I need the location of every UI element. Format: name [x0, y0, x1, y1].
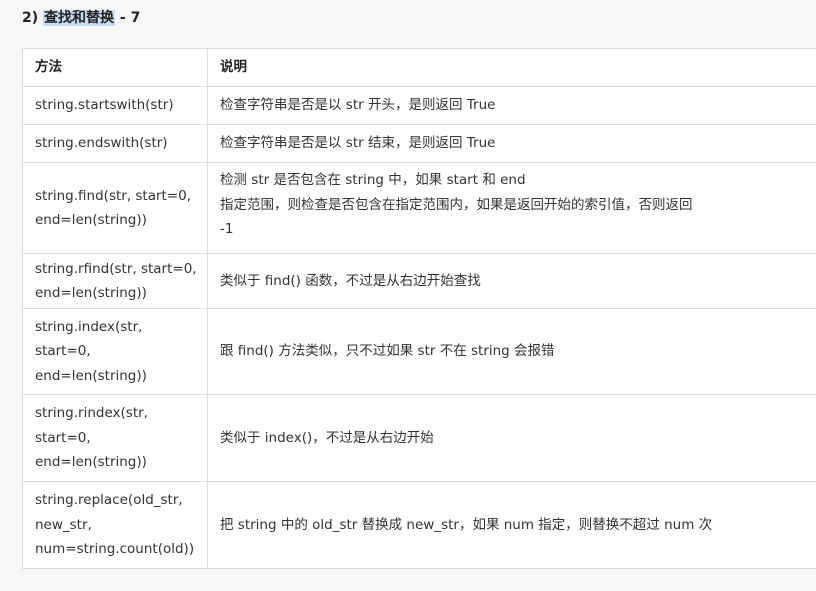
- description-text: -1: [220, 221, 234, 237]
- description-cell: 类似于 find() 函数，不过是从右边开始查找: [207, 253, 816, 309]
- method-text: string.replace(old_str,: [35, 492, 183, 509]
- column-header-method: 方法: [22, 48, 208, 87]
- description-cell: 把 string 中的 old_str 替换成 new_str，如果 num 指…: [207, 481, 816, 569]
- description-cell: 跟 find() 方法类似，只不过如果 str 不在 string 会报错: [207, 308, 816, 395]
- method-text: end=len(string)): [35, 454, 147, 471]
- heading-highlight: 查找和替换: [43, 10, 116, 26]
- table-row: string.rindex(str, start=0, end=len(stri…: [22, 394, 816, 482]
- method-cell: string.index(str, start=0, end=len(strin…: [22, 308, 208, 395]
- table-row: string.find(str, start=0, end=len(string…: [22, 162, 816, 254]
- method-text: string.rfind(str, start=0,: [35, 260, 197, 277]
- methods-table-container: 方法 说明 string.startswith(str) 检查字符串是否是以 s…: [22, 48, 816, 571]
- method-text: string.startswith(str): [35, 97, 174, 114]
- method-cell: string.find(str, start=0, end=len(string…: [22, 162, 208, 254]
- methods-table: 方法 说明 string.startswith(str) 检查字符串是否是以 s…: [22, 48, 816, 569]
- description-text: 检查字符串是否是以 str 开头，是则返回 True: [220, 97, 496, 114]
- method-cell: string.startswith(str): [22, 86, 208, 125]
- description-text: 把 string 中的 old_str 替换成 new_str，如果 num 指…: [220, 516, 713, 533]
- description-cell: 检查字符串是否是以 str 结束，是则返回 True: [207, 124, 816, 163]
- heading-suffix: - 7: [115, 10, 141, 26]
- column-header-description: 说明: [207, 48, 816, 87]
- table-header-row: 方法 说明: [22, 48, 816, 87]
- method-cell: string.replace(old_str, new_str, num=str…: [22, 481, 208, 569]
- table-row: string.endswith(str) 检查字符串是否是以 str 结束，是则…: [22, 124, 816, 163]
- method-cell: string.rfind(str, start=0, end=len(strin…: [22, 253, 208, 309]
- method-text: string.index(str,: [35, 318, 143, 335]
- method-text: num=string.count(old)): [35, 541, 195, 558]
- method-text: string.find(str, start=0,: [35, 187, 192, 204]
- method-text: string.endswith(str): [35, 135, 168, 152]
- table-row: string.index(str, start=0, end=len(strin…: [22, 308, 816, 395]
- table-row: string.startswith(str) 检查字符串是否是以 str 开头，…: [22, 86, 816, 125]
- section-heading: 2) 查找和替换 - 7: [22, 8, 140, 28]
- description-text: 检测 str 是否包含在 string 中，如果 start 和 end: [220, 172, 526, 188]
- method-cell: string.rindex(str, start=0, end=len(stri…: [22, 394, 208, 482]
- table-row: string.rfind(str, start=0, end=len(strin…: [22, 253, 816, 309]
- method-text: start=0,: [35, 343, 91, 360]
- table-row: string.replace(old_str, new_str, num=str…: [22, 481, 816, 569]
- description-cell: 类似于 index()，不过是从右边开始: [207, 394, 816, 482]
- method-cell: string.endswith(str): [22, 124, 208, 163]
- description-text: 检查字符串是否是以 str 结束，是则返回 True: [220, 135, 496, 152]
- description-text: 指定范围，则检查是否包含在指定范围内，如果是返回开始的索引值，否则返回: [220, 196, 693, 213]
- description-text: 跟 find() 方法类似，只不过如果 str 不在 string 会报错: [220, 343, 555, 360]
- description-cell: 检测 str 是否包含在 string 中，如果 start 和 end 指定范…: [207, 162, 816, 254]
- method-text: start=0,: [35, 429, 91, 446]
- description-text: 类似于 index()，不过是从右边开始: [220, 429, 434, 446]
- method-text: end=len(string)): [35, 212, 147, 228]
- description-cell: 检查字符串是否是以 str 开头，是则返回 True: [207, 86, 816, 125]
- description-text: 类似于 find() 函数，不过是从右边开始查找: [220, 272, 481, 289]
- method-text: string.rindex(str,: [35, 405, 148, 422]
- method-text: new_str,: [35, 516, 92, 533]
- method-text: end=len(string)): [35, 367, 147, 384]
- method-text: end=len(string)): [35, 285, 147, 301]
- heading-prefix: 2): [22, 10, 44, 26]
